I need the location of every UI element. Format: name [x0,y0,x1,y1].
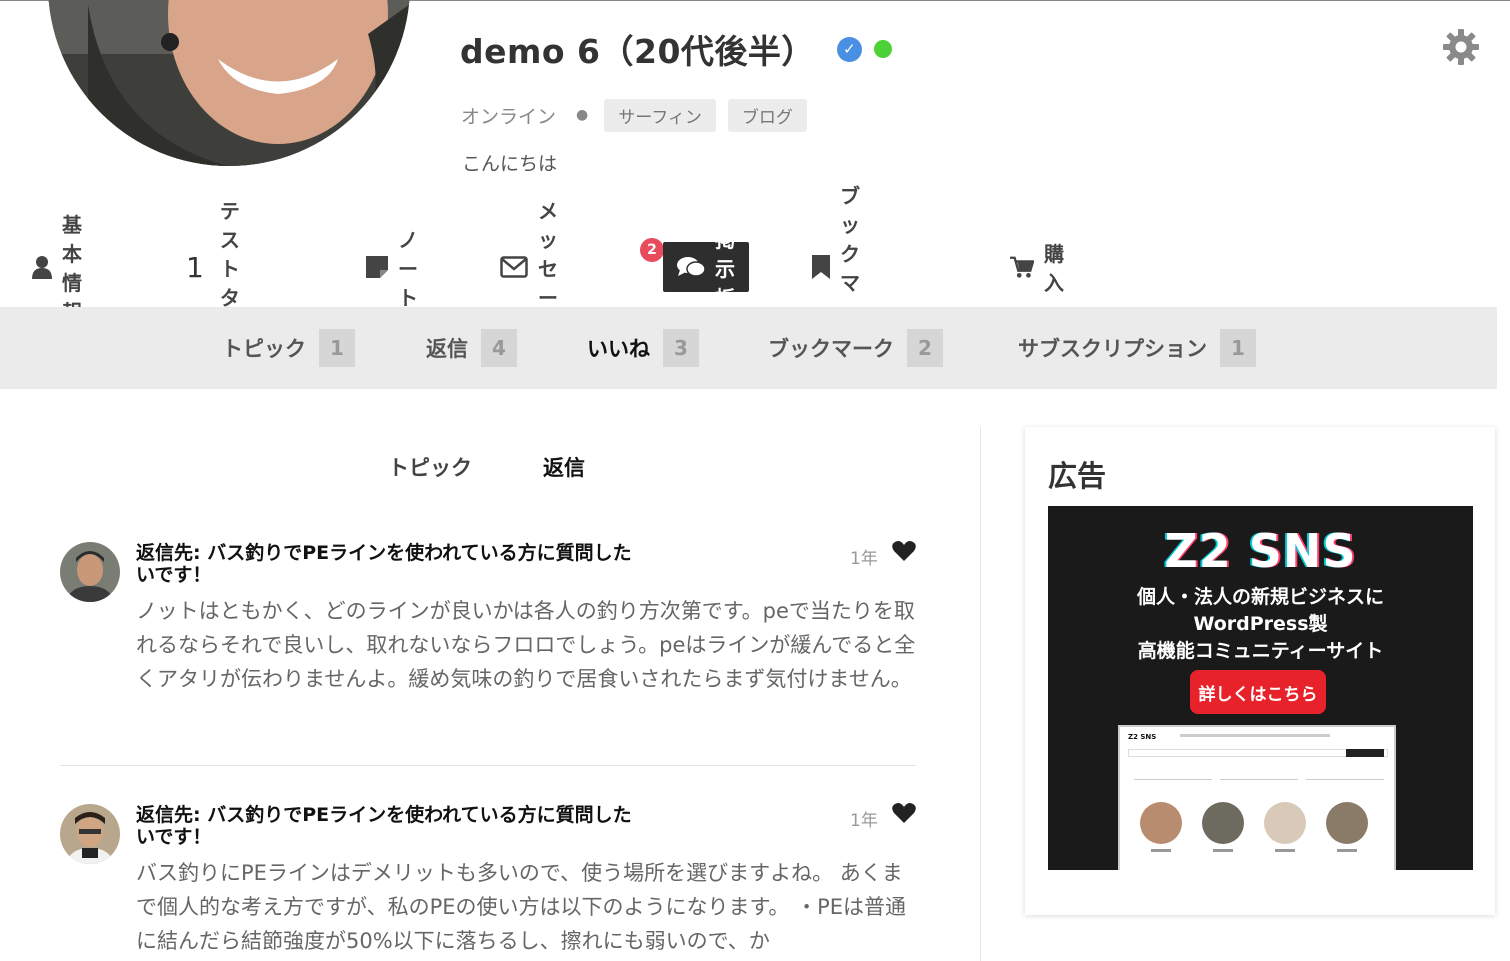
ad-cta-button[interactable]: 詳しくはこちら [1190,670,1326,714]
ad-screenshot-select [1306,773,1384,780]
ad-screenshot-avatar [1264,802,1306,844]
tab-topics[interactable]: トピック [388,452,472,482]
reply-title-link[interactable]: 返信先: バス釣りでPEラインを使われている方に質問したいです！ [136,804,636,848]
reply-time: 1年 [850,811,878,831]
divider [60,765,916,766]
subnav-topics-label: トピック [222,337,306,361]
subnav-topics-count: 1 [319,329,355,367]
ad-screenshot-name [1337,849,1357,852]
avatar[interactable] [60,542,120,602]
ad-logo: Z2 SNS [1164,524,1357,578]
nav-forum[interactable]: 掲示板 [663,228,749,310]
ad-screenshot-name [1151,849,1171,852]
ad-screenshot-avatar [1202,802,1244,844]
subnav-subscriptions-label: サブスクリプション [1018,337,1207,361]
subnav-topics[interactable]: トピック 1 [222,329,355,367]
nav-forum-label: 掲示板 [715,227,735,310]
heart-icon[interactable] [892,540,916,562]
verified-check-icon: ✓ [836,36,862,62]
chat-bubbles-icon [677,255,705,279]
ad-screenshot-logo: Z2 SNS [1128,733,1157,741]
subnav-likes-count: 3 [663,329,699,367]
subnav-bookmarks-count: 2 [907,329,943,367]
nav-bookmarks[interactable]: ブックマーク [812,184,866,353]
nav-purchase[interactable]: 購入 [1010,242,1064,295]
heart-icon[interactable] [892,802,916,824]
bookmark-icon [812,255,830,279]
nav-purchase-label: 購入 [1044,242,1064,295]
ad-screenshot-nav [1180,734,1330,737]
ad-screenshot-name [1213,849,1233,852]
subnav-likes-label: いいね [587,337,650,361]
user-icon [32,255,52,279]
nav-notes[interactable]: ノート [366,228,420,310]
gear-icon[interactable] [1442,28,1480,66]
ad-screenshot-select [1134,773,1212,780]
reply-time: 1年 [850,549,878,569]
nav-notes-label: ノート [398,227,418,310]
messages-unread-badge: 2 [640,238,664,262]
nav-basic-info[interactable]: 基本情報 [32,213,86,324]
nav-messages[interactable]: メッセージ 2 [500,199,664,339]
ad-screenshot-avatar [1140,802,1182,844]
ad-widget-title: 広告 [1048,459,1107,493]
reply-body: バス釣りにPEラインはデメリットも多いので、使う場所を選びますよね。 あくまで個… [136,861,907,953]
status-row: オンライン ● サーフィン ブログ [461,98,819,132]
forum-sub-nav: トピック 1 返信 4 いいね 3 ブックマーク 2 サブスクリプション 1 [0,307,1497,389]
ad-screenshot-button [1346,749,1384,757]
nav-test-tab[interactable]: 1 テストタブ [186,199,240,339]
reply-item: 返信先: バス釣りでPEラインを使われている方に質問したいです！ 1年 ノットは… [60,540,916,742]
profile-name: demo 6（20代後半） [460,32,815,71]
subnav-bookmarks-label: ブックマーク [768,337,894,361]
profile-bio: こんにちは [462,153,558,175]
ad-screenshot-select [1220,773,1298,780]
column-divider [980,427,981,961]
ad-banner[interactable]: Z2 SNS 個人・法人の新規ビジネスに WordPress製 高機能コミュニテ… [1048,506,1473,870]
subnav-bookmarks[interactable]: ブックマーク 2 [768,329,943,367]
ad-line-2: WordPress製 [1193,613,1328,635]
ad-screenshot-avatar [1326,802,1368,844]
subnav-subscriptions-count: 1 [1220,329,1256,367]
ad-line-3: 高機能コミュニティーサイト [1137,640,1384,662]
profile-name-row: demo 6（20代後半） ✓ [460,26,892,72]
reply-title-link[interactable]: 返信先: バス釣りでPEラインを使われている方に質問したいです！ [136,542,636,586]
separator-dot: ● [576,107,589,123]
reply-item: 返信先: バス釣りでPEラインを使われている方に質問したいです！ 1年 バス釣り… [60,802,916,961]
tag-blog[interactable]: ブログ [727,98,807,132]
online-status-text: オンライン [461,105,557,128]
online-status-dot [873,40,892,58]
subnav-subscriptions[interactable]: サブスクリプション 1 [1018,329,1256,367]
avatar[interactable] [60,804,120,864]
note-icon [366,255,388,279]
ad-screenshot-preview: Z2 SNS [1118,725,1396,870]
subnav-likes[interactable]: いいね 3 [587,329,699,367]
profile-avatar[interactable] [48,0,410,166]
subnav-replies-count: 4 [481,329,517,367]
cart-icon [1010,255,1034,279]
test-tab-number-icon: 1 [186,250,204,284]
ad-widget: 広告 Z2 SNS 個人・法人の新規ビジネスに WordPress製 高機能コミ… [1025,427,1495,915]
tag-surfing[interactable]: サーフィン [604,98,716,132]
ad-line-1: 個人・法人の新規ビジネスに [1136,586,1384,608]
reply-body: ノットはともかく、どのラインが良いかは各人の釣り方次第です。peで当たりを取れる… [136,599,916,691]
subnav-replies-label: 返信 [426,337,468,361]
tab-replies[interactable]: 返信 [543,452,585,482]
ad-screenshot-name [1275,849,1295,852]
subnav-replies[interactable]: 返信 4 [426,329,517,367]
envelope-icon [500,255,528,279]
